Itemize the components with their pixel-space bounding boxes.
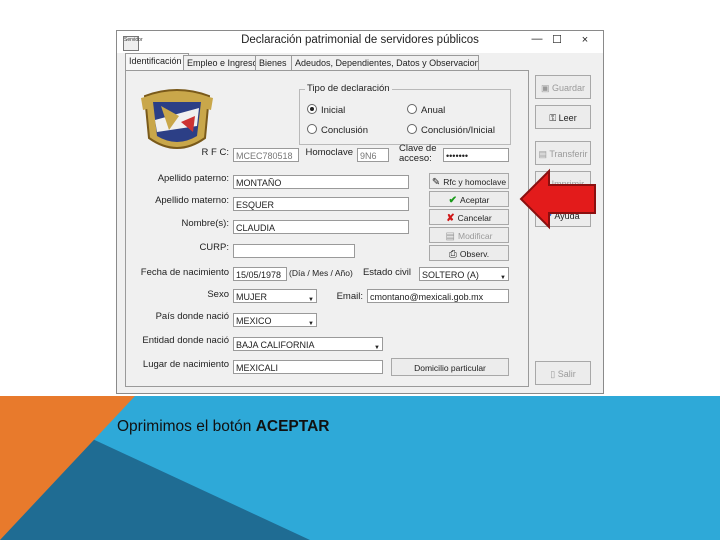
aceptar-button[interactable]: ✔ Aceptar (429, 191, 509, 207)
radio-anual[interactable]: Anual (407, 104, 445, 116)
nombres-field[interactable]: CLAUDIA (233, 220, 409, 234)
x-mark-icon: ✘ (446, 213, 455, 224)
cancelar-label: Cancelar (457, 213, 492, 223)
transfer-icon: ▤ (538, 149, 550, 159)
fecha-format-hint: (Día / Mes / Año) (289, 268, 353, 278)
slide-orange-triangle (0, 396, 135, 540)
curp-label: CURP: (199, 242, 229, 253)
leer-button[interactable]: ⚿ Leer (535, 105, 591, 129)
guardar-label: Guardar (551, 83, 586, 93)
edit-icon: ▤ (445, 231, 455, 242)
key-icon: ⚿ (549, 113, 559, 123)
email-label: Email: (336, 291, 363, 302)
tab-identificacion[interactable]: Identificación (125, 53, 189, 71)
transferir-label: Transferir (549, 149, 588, 159)
leer-label: Leer (558, 113, 577, 123)
radio-dot (307, 124, 317, 134)
dropdown-arrow-icon: ▼ (308, 297, 314, 303)
minimize-icon[interactable]: — (527, 33, 547, 45)
entidad-select[interactable]: BAJA CALIFORNIA ▼ (233, 337, 383, 351)
sexo-value: MUJER (236, 292, 267, 302)
aceptar-label: Aceptar (460, 195, 490, 205)
apellido-materno-field[interactable]: ESQUER (233, 197, 409, 211)
radio-dot-selected (307, 104, 317, 114)
observ-button[interactable]: ⎙ Observ. (429, 245, 509, 261)
clave-acceso-field[interactable]: ••••••• (443, 148, 509, 162)
radio-conclusion-inicial[interactable]: Conclusión/Inicial (407, 124, 495, 136)
caption-text: Oprimimos el botón (117, 418, 256, 435)
sexo-select[interactable]: MUJER ▼ (233, 289, 317, 303)
email-field[interactable]: cmontano@mexicali.gob.mx (367, 289, 509, 303)
pais-select[interactable]: MEXICO ▼ (233, 313, 317, 327)
radio-anual-label: Anual (421, 105, 446, 116)
salir-label: Salir (557, 369, 576, 379)
homoclave-field[interactable]: 9N6 (357, 148, 389, 162)
salir-button[interactable]: ▯ Salir (535, 361, 591, 385)
entidad-value: BAJA CALIFORNIA (236, 340, 315, 350)
homoclave-label: Homoclave (305, 147, 353, 158)
save-icon: ▣ (540, 83, 552, 93)
pais-value: MEXICO (236, 316, 272, 326)
dropdown-arrow-icon: ▼ (308, 321, 314, 327)
red-arrow-pointer (519, 168, 596, 230)
transferir-button[interactable]: ▤ Transferir (535, 141, 591, 165)
fecha-nacimiento-field[interactable]: 15/05/1978 (233, 267, 287, 281)
radio-conclusion[interactable]: Conclusión (307, 124, 368, 136)
maximize-icon[interactable]: ☐ (547, 33, 567, 46)
curp-field[interactable] (233, 244, 355, 258)
sexo-label: Sexo (207, 289, 229, 300)
guardar-button[interactable]: ▣ Guardar (535, 75, 591, 99)
radio-conclusion-inicial-label: Conclusión/Inicial (421, 125, 495, 136)
title-bar: Servidor Declaración patrimonial de serv… (117, 31, 603, 53)
tab-adeudos[interactable]: Adeudos, Dependientes, Datos y Observaci… (291, 55, 479, 70)
tab-empleo[interactable]: Empleo e Ingresos (183, 55, 261, 70)
entidad-label: Entidad donde nació (142, 335, 229, 346)
dropdown-arrow-icon: ▼ (374, 345, 380, 351)
rfc-homoclave-button[interactable]: ✎ Rfc y homoclave (429, 173, 509, 189)
declaration-type-label: Tipo de declaración (305, 83, 392, 94)
slide-caption: Oprimimos el botón ACEPTAR (117, 418, 329, 436)
estado-civil-select[interactable]: SOLTERO (A) ▼ (419, 267, 509, 281)
apellido-paterno-label: Apellido paterno: (157, 173, 229, 184)
municipal-seal-logo (141, 89, 213, 149)
declaration-type-group (299, 89, 511, 145)
domicilio-button[interactable]: Domicilio particular (391, 358, 509, 376)
cancelar-button[interactable]: ✘ Cancelar (429, 209, 509, 225)
estado-civil-label: Estado civil (362, 267, 411, 278)
checkmark-icon: ✔ (448, 195, 458, 206)
exit-icon: ▯ (550, 369, 558, 379)
pais-label: País donde nació (155, 311, 229, 322)
printer-icon: ⎙ (448, 249, 457, 260)
rfc-field[interactable]: MCEC780518 (233, 148, 299, 162)
rfc-homoclave-label: Rfc y homoclave (443, 177, 507, 187)
lugar-label: Lugar de nacimiento (142, 359, 229, 370)
rfc-label: R F C: (201, 147, 229, 158)
modificar-button[interactable]: ▤ Modificar (429, 227, 509, 243)
nombres-label: Nombre(s): (181, 218, 229, 229)
radio-inicial[interactable]: Inicial (307, 104, 345, 116)
apellido-paterno-field[interactable]: MONTAÑO (233, 175, 409, 189)
dropdown-arrow-icon: ▼ (500, 275, 506, 281)
estado-civil-value: SOLTERO (A) (422, 270, 479, 280)
fecha-nacimiento-label: Fecha de nacimiento (140, 267, 229, 278)
pencil-icon: ✎ (431, 177, 441, 188)
clave-acceso-label: Clave de acceso: (399, 143, 437, 164)
radio-dot (407, 124, 417, 134)
radio-conclusion-label: Conclusión (321, 125, 368, 136)
radio-dot (407, 104, 417, 114)
radio-inicial-label: Inicial (321, 105, 346, 116)
close-icon[interactable]: × (567, 31, 603, 49)
lugar-field[interactable]: MEXICALI (233, 360, 383, 374)
observ-label: Observ. (459, 249, 490, 259)
apellido-materno-label: Apellido materno: (155, 195, 229, 206)
modificar-label: Modificar (457, 231, 493, 241)
caption-bold: ACEPTAR (255, 418, 330, 435)
